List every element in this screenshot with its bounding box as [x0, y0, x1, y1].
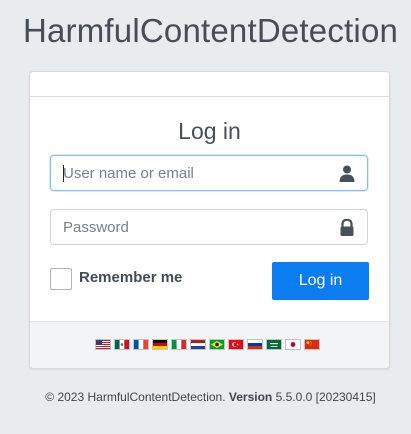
version-value: 5.5.0.0 [20230415] [275, 390, 376, 404]
netherlands-flag-icon[interactable] [190, 339, 206, 350]
password-input[interactable] [51, 210, 333, 244]
language-flags [95, 339, 323, 351]
password-field[interactable] [50, 209, 368, 245]
card-header-divider [30, 96, 389, 97]
username-field[interactable] [50, 155, 368, 191]
login-heading: Log in [178, 118, 241, 144]
turkey-flag-icon[interactable] [228, 339, 244, 350]
germany-flag-icon[interactable] [152, 339, 168, 350]
remember-me-label[interactable]: Remember me [79, 269, 182, 286]
user-icon [339, 165, 355, 182]
remember-me-checkbox[interactable] [50, 268, 72, 290]
france-flag-icon[interactable] [133, 339, 149, 350]
italy-flag-icon[interactable] [171, 339, 187, 350]
language-bar [30, 321, 389, 368]
brazil-flag-icon[interactable] [209, 339, 225, 350]
lock-icon [340, 219, 354, 236]
copyright-text: © 2023 HarmfulContentDetection. [45, 390, 226, 404]
app-title: HarmfulContentDetection [22, 12, 399, 49]
mexico-flag-icon[interactable] [114, 339, 130, 350]
login-button[interactable]: Log in [272, 262, 369, 300]
text-cursor [63, 165, 64, 182]
login-card: Log in Remember me Log in [29, 71, 390, 369]
japan-flag-icon[interactable] [285, 339, 301, 350]
copyright-footer: © 2023 HarmfulContentDetection. Version … [0, 390, 411, 404]
russia-flag-icon[interactable] [247, 339, 263, 350]
china-flag-icon[interactable] [304, 339, 320, 350]
saudi-arabia-flag-icon[interactable] [266, 339, 282, 350]
us-flag-icon[interactable] [95, 339, 111, 350]
username-input[interactable] [51, 156, 333, 190]
version-label: Version [228, 390, 273, 404]
